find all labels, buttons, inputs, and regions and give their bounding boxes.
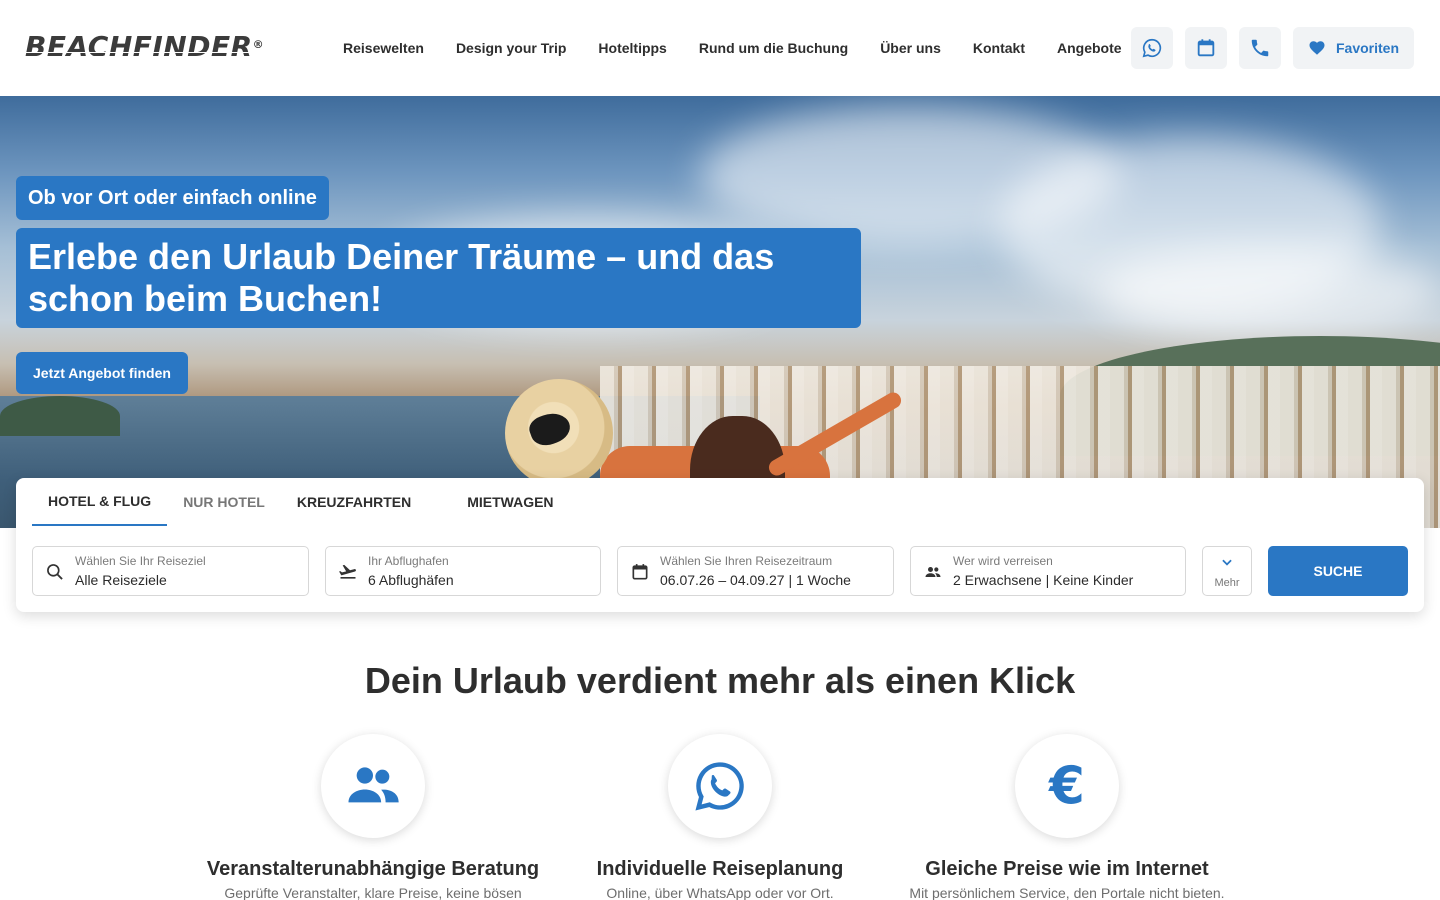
euro-icon: €	[1048, 758, 1085, 814]
travellers-label: Wer wird verreisen	[953, 554, 1053, 568]
departure-icon	[339, 564, 356, 579]
heart-icon	[1309, 41, 1325, 55]
tab-kreuzfahrten[interactable]: KREUZFAHRTEN	[281, 478, 451, 526]
nav-kontakt[interactable]: Kontakt	[973, 40, 1025, 56]
hero-kicker: Ob vor Ort oder einfach online	[16, 176, 329, 220]
section-title: Dein Urlaub verdient mehr als einen Klic…	[364, 660, 1076, 701]
tab-hotel-flug[interactable]: HOTEL & FLUG	[32, 478, 168, 526]
airport-value: 6 Abflughäfen	[368, 572, 454, 588]
whatsapp-button[interactable]	[1131, 27, 1173, 69]
feature-title: Gleiche Preise wie im Internet	[925, 858, 1209, 880]
travellers-value: 2 Erwachsene | Keine Kinder	[953, 572, 1134, 588]
nav-hoteltipps[interactable]: Hoteltipps	[598, 40, 666, 56]
favorites-button[interactable]: Favoriten	[1293, 27, 1414, 69]
date-value: 06.07.26 – 04.09.27 | 1 Woche	[660, 572, 851, 588]
feature-title: Individuelle Reiseplanung	[596, 858, 844, 880]
nav-ueber-uns[interactable]: Über uns	[880, 40, 941, 56]
chevron-down-icon	[1222, 559, 1232, 566]
date-field[interactable]: Wählen Sie Ihren Reisezeitraum 06.07.26 …	[617, 546, 894, 596]
search-submit-button[interactable]: SUCHE	[1268, 546, 1408, 596]
tab-nur-hotel[interactable]: NUR HOTEL	[167, 478, 281, 526]
feature-title: Veranstalterunabhängige Beratung	[206, 858, 540, 880]
whatsapp-icon	[695, 762, 744, 811]
feature-text: Geprüfte Veranstalter, klare Preise, kei…	[224, 885, 522, 900]
nav-design-your-trip[interactable]: Design your Trip	[456, 40, 566, 56]
nav-rund-um-die-buchung[interactable]: Rund um die Buchung	[699, 40, 848, 56]
airport-field[interactable]: Ihr Abflughafen 6 Abflughäfen	[325, 546, 601, 596]
find-offer-button[interactable]: Jetzt Angebot finden	[16, 352, 188, 394]
site-header: BEACHFINDER® Reisewelten Design your Tri…	[0, 0, 1440, 96]
date-label: Wählen Sie Ihren Reisezeitraum	[660, 554, 833, 568]
hero-title: Erlebe den Urlaub Deiner Träume – und da…	[16, 228, 861, 328]
search-tabs: HOTEL & FLUG NUR HOTEL KREUZFAHRTEN MIET…	[32, 478, 570, 526]
feature-text: Mit persönlichem Service, den Portale ni…	[909, 885, 1225, 900]
calendar-icon	[632, 564, 648, 580]
whatsapp-icon	[1142, 38, 1162, 58]
phone-button[interactable]	[1239, 27, 1281, 69]
favorites-label: Favoriten	[1335, 40, 1399, 56]
more-label: Mehr	[1214, 577, 1240, 589]
nav-angebote[interactable]: Angebote	[1057, 40, 1122, 56]
feature-prices: € Gleiche Preise wie im Internet Mit per…	[867, 734, 1267, 900]
svg-text:€: €	[1048, 758, 1085, 814]
feature-text: Online, über WhatsApp oder vor Ort.	[606, 885, 834, 900]
phone-icon	[1251, 39, 1269, 57]
brand-logo[interactable]: BEACHFINDER®	[25, 33, 264, 61]
tab-mietwagen[interactable]: MIETWAGEN	[451, 478, 569, 526]
main-nav: Reisewelten Design your Trip Hoteltipps …	[343, 40, 1154, 56]
feature-advice: Veranstalterunabhängige Beratung Geprüft…	[173, 734, 573, 900]
calendar-button[interactable]	[1185, 27, 1227, 69]
feature-planning: Individuelle Reiseplanung Online, über W…	[520, 734, 920, 900]
travellers-field[interactable]: Wer wird verreisen 2 Erwachsene | Keine …	[910, 546, 1186, 596]
nav-reisewelten[interactable]: Reisewelten	[343, 40, 424, 56]
people-icon	[925, 567, 941, 577]
destination-field[interactable]: Wählen Sie Ihr Reiseziel Alle Reiseziele	[32, 546, 309, 596]
destination-value: Alle Reiseziele	[75, 572, 167, 588]
search-icon	[47, 564, 63, 580]
search-panel: HOTEL & FLUG NUR HOTEL KREUZFAHRTEN MIET…	[16, 478, 1424, 612]
people-icon	[348, 767, 399, 803]
calendar-icon	[1197, 39, 1215, 57]
destination-label: Wählen Sie Ihr Reiseziel	[75, 554, 206, 568]
more-options-button[interactable]: Mehr	[1202, 546, 1252, 596]
airport-label: Ihr Abflughafen	[368, 554, 449, 568]
